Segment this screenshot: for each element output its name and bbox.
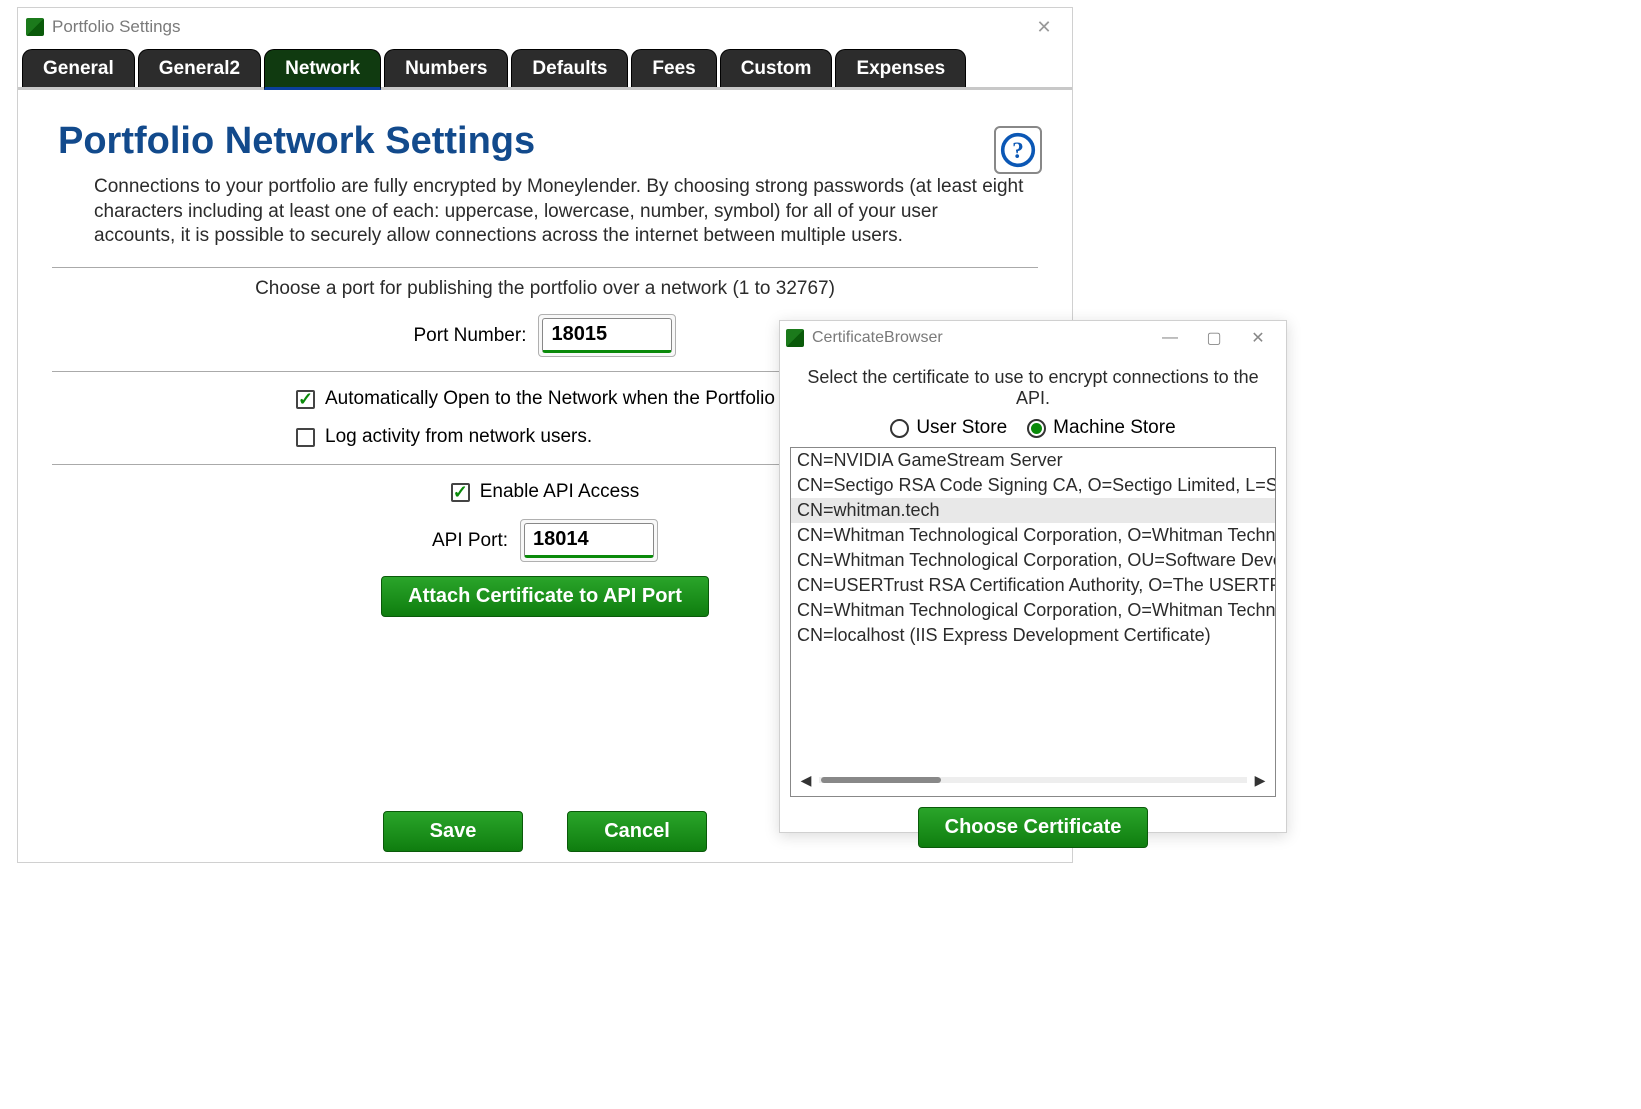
attach-certificate-button[interactable]: Attach Certificate to API Port [381, 576, 709, 617]
help-button[interactable]: ? [994, 126, 1042, 174]
certificate-listbox[interactable]: CN=NVIDIA GameStream Server CN=Sectigo R… [790, 447, 1276, 797]
list-item[interactable]: CN=Whitman Technological Corporation, O=… [791, 523, 1275, 548]
horizontal-scrollbar[interactable]: ◀ ▶ [797, 770, 1269, 790]
list-item[interactable]: CN=NVIDIA GameStream Server [791, 448, 1275, 473]
tab-numbers[interactable]: Numbers [384, 49, 508, 87]
minimize-icon[interactable]: — [1148, 324, 1192, 352]
radio-icon [890, 419, 909, 438]
list-item[interactable]: CN=localhost (IIS Express Development Ce… [791, 623, 1275, 648]
save-button[interactable]: Save [383, 811, 523, 852]
maximize-icon[interactable]: ▢ [1192, 324, 1236, 352]
machine-store-label: Machine Store [1053, 417, 1176, 439]
list-item[interactable]: CN=Whitman Technological Corporation, OU… [791, 548, 1275, 573]
page-title: Portfolio Network Settings [58, 120, 1044, 163]
choose-certificate-button[interactable]: Choose Certificate [918, 807, 1149, 848]
cancel-button[interactable]: Cancel [567, 811, 707, 852]
certificate-browser-window: CertificateBrowser — ▢ ✕ Select the cert… [779, 320, 1287, 833]
window-buttons: — ▢ ✕ [1148, 324, 1280, 352]
window-title: Portfolio Settings [52, 17, 181, 37]
cert-instruction: Select the certificate to use to encrypt… [794, 367, 1272, 409]
list-item[interactable]: CN=whitman.tech [791, 498, 1275, 523]
store-radio-row: User Store Machine Store [790, 417, 1276, 439]
tab-custom[interactable]: Custom [720, 49, 833, 87]
api-port-input[interactable] [524, 523, 654, 558]
api-port-label: API Port: [432, 530, 508, 552]
port-number-label: Port Number: [414, 325, 527, 347]
list-item[interactable]: CN=Whitman Technological Corporation, O=… [791, 598, 1275, 623]
tab-general[interactable]: General [22, 49, 135, 87]
tab-general2[interactable]: General2 [138, 49, 261, 87]
cert-body: Select the certificate to use to encrypt… [780, 355, 1286, 860]
close-icon[interactable]: ✕ [1024, 12, 1064, 42]
cert-titlebar: CertificateBrowser — ▢ ✕ [780, 321, 1286, 355]
tab-defaults[interactable]: Defaults [511, 49, 628, 87]
scroll-thumb[interactable] [821, 777, 941, 783]
user-store-label: User Store [916, 417, 1007, 439]
app-icon [26, 18, 44, 36]
log-activity-checkbox[interactable] [296, 428, 315, 447]
scroll-right-icon[interactable]: ▶ [1251, 772, 1269, 789]
api-port-input-wrap [520, 519, 658, 562]
help-icon: ? [1000, 132, 1036, 168]
titlebar: Portfolio Settings ✕ [18, 8, 1072, 46]
svg-text:?: ? [1012, 138, 1024, 164]
enable-api-label: Enable API Access [480, 481, 640, 503]
auto-open-label: Automatically Open to the Network when t… [325, 388, 841, 410]
tab-expenses[interactable]: Expenses [835, 49, 966, 87]
cert-window-title: CertificateBrowser [812, 329, 943, 347]
divider [52, 267, 1038, 268]
port-instruction: Choose a port for publishing the portfol… [46, 278, 1044, 300]
enable-api-checkbox[interactable] [451, 483, 470, 502]
port-number-input[interactable] [542, 318, 672, 353]
description-text: Connections to your portfolio are fully … [94, 175, 1024, 249]
machine-store-radio[interactable]: Machine Store [1027, 417, 1176, 439]
close-icon[interactable]: ✕ [1236, 324, 1280, 352]
tab-bar: General General2 Network Numbers Default… [18, 46, 1072, 90]
scroll-left-icon[interactable]: ◀ [797, 772, 815, 789]
log-activity-label: Log activity from network users. [325, 426, 592, 448]
list-item[interactable]: CN=Sectigo RSA Code Signing CA, O=Sectig… [791, 473, 1275, 498]
user-store-radio[interactable]: User Store [890, 417, 1007, 439]
scroll-track[interactable] [819, 777, 1247, 783]
tab-fees[interactable]: Fees [631, 49, 716, 87]
app-icon [786, 329, 804, 347]
tab-network[interactable]: Network [264, 49, 381, 90]
radio-icon [1027, 419, 1046, 438]
auto-open-checkbox[interactable] [296, 390, 315, 409]
list-item[interactable]: CN=USERTrust RSA Certification Authority… [791, 573, 1275, 598]
port-number-input-wrap [538, 314, 676, 357]
